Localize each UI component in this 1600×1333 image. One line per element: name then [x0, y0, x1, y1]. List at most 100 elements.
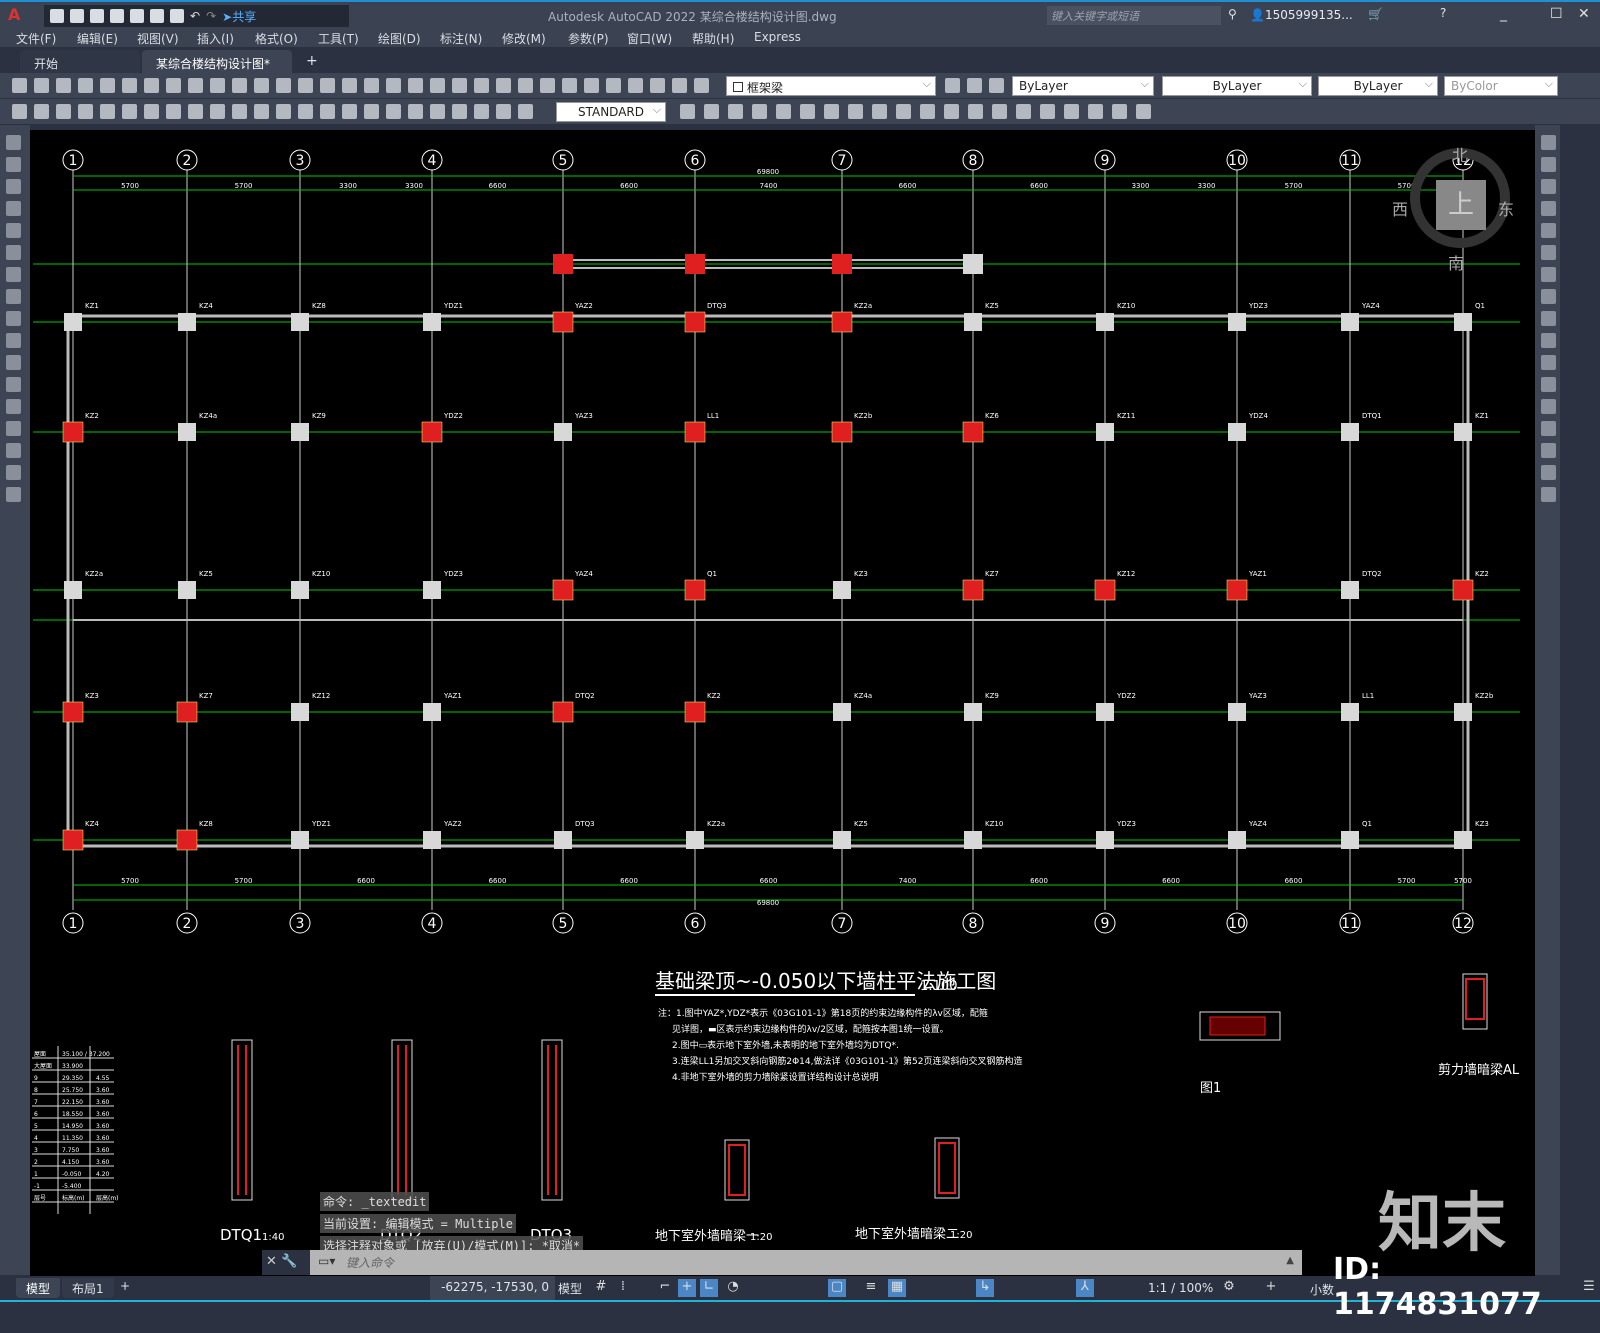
search-input[interactable]: 键入关键字或短语 [1047, 6, 1221, 25]
tool-icon[interactable] [1541, 157, 1556, 172]
menu-9[interactable]: 参数(P) [568, 27, 609, 47]
tool-icon[interactable] [6, 135, 21, 150]
tool-icon[interactable] [6, 333, 21, 348]
toolbar-icon[interactable] [992, 104, 1007, 119]
menu-1[interactable]: 编辑(E) [77, 27, 118, 47]
user-account[interactable]: 👤1505999135... [1250, 8, 1353, 22]
tab-drawing[interactable]: 某综合楼结构设计图* × [142, 50, 292, 86]
toolbar-icon[interactable] [945, 78, 960, 93]
toolbar-icon[interactable] [968, 104, 983, 119]
layer-dropdown[interactable]: 框架梁 [726, 76, 936, 96]
toolbar-icon[interactable] [188, 78, 203, 93]
toolbar-icon[interactable] [364, 78, 379, 93]
tool-icon[interactable] [1541, 135, 1556, 150]
toolbar-icon[interactable] [276, 104, 291, 119]
toolbar-icon[interactable] [728, 104, 743, 119]
toolbar-icon[interactable] [474, 78, 489, 93]
tool-icon[interactable] [1541, 201, 1556, 216]
tool-icon[interactable] [6, 311, 21, 326]
toolbar-icon[interactable] [144, 78, 159, 93]
toolbar-icon[interactable] [967, 78, 982, 93]
toolbar-icon[interactable] [704, 104, 719, 119]
toolbar-icon[interactable] [430, 104, 445, 119]
toolbar-icon[interactable] [408, 78, 423, 93]
grid-icon[interactable]: # [592, 1279, 610, 1297]
ortho-icon[interactable]: ∟ [700, 1279, 718, 1297]
toolbar-icon[interactable] [452, 78, 467, 93]
toolbar-icon[interactable] [540, 78, 555, 93]
tool-icon[interactable] [6, 421, 21, 436]
menu-0[interactable]: 文件(F) [16, 27, 56, 47]
toolbar-icon[interactable] [680, 104, 695, 119]
toolbar-icon[interactable] [1088, 104, 1103, 119]
infer-constraints-icon[interactable]: ⌐ [656, 1279, 674, 1297]
maximize-button[interactable]: ☐ [1550, 6, 1563, 22]
tool-icon[interactable] [6, 245, 21, 260]
toolbar-icon[interactable] [518, 78, 533, 93]
toolbar-icon[interactable] [496, 104, 511, 119]
tool-icon[interactable] [1541, 355, 1556, 370]
snap-icon[interactable]: ⁞ [614, 1279, 632, 1297]
menu-6[interactable]: 绘图(D) [378, 27, 421, 47]
dynamic-input-icon[interactable]: + [678, 1279, 696, 1297]
save-as-icon[interactable] [110, 9, 124, 23]
redo-icon[interactable]: ↷ [206, 9, 216, 23]
osnap-icon[interactable]: ▢ [828, 1279, 846, 1297]
toolbar-icon[interactable] [12, 78, 27, 93]
toolbar-icon[interactable] [342, 78, 357, 93]
toolbar-icon[interactable] [34, 78, 49, 93]
add-layout-button[interactable]: + [120, 1279, 130, 1293]
toolbar-icon[interactable] [896, 104, 911, 119]
toolbar-icon[interactable] [386, 104, 401, 119]
tool-icon[interactable] [1541, 487, 1556, 502]
tool-icon[interactable] [1541, 245, 1556, 260]
toolbar-icon[interactable] [518, 104, 533, 119]
plotstyle-dropdown[interactable]: ByColor [1444, 76, 1558, 96]
toolbar-icon[interactable] [320, 104, 335, 119]
menu-11[interactable]: 帮助(H) [692, 27, 734, 47]
tool-icon[interactable] [6, 201, 21, 216]
tool-icon[interactable] [1541, 223, 1556, 238]
close-command-icon[interactable]: ✕ [266, 1254, 277, 1269]
tool-icon[interactable] [6, 443, 21, 458]
toolbar-icon[interactable] [78, 104, 93, 119]
toolbar-icon[interactable] [100, 104, 115, 119]
tool-icon[interactable] [1541, 377, 1556, 392]
customize-icon[interactable]: 🔧 [281, 1254, 297, 1269]
tool-icon[interactable] [1541, 399, 1556, 414]
toolbar-icon[interactable] [210, 104, 225, 119]
toolbar-icon[interactable] [298, 104, 313, 119]
toolbar-icon[interactable] [320, 78, 335, 93]
menu-5[interactable]: 工具(T) [318, 27, 359, 47]
tool-icon[interactable] [6, 377, 21, 392]
menu-12[interactable]: Express [754, 27, 801, 44]
toolbar-icon[interactable] [232, 78, 247, 93]
undo-icon[interactable]: ↶ [190, 9, 200, 23]
annotation-scale[interactable]: 1:1 / 100% [1148, 1281, 1213, 1295]
open-icon[interactable] [70, 9, 84, 23]
menu-4[interactable]: 格式(O) [255, 27, 298, 47]
tool-icon[interactable] [6, 399, 21, 414]
menu-7[interactable]: 标注(N) [440, 27, 482, 47]
workspace-gear-icon[interactable]: ⚙ [1220, 1279, 1238, 1297]
tool-icon[interactable] [6, 157, 21, 172]
menu-10[interactable]: 窗口(W) [627, 27, 672, 47]
toolbar-icon[interactable] [122, 104, 137, 119]
toolbar-icon[interactable] [364, 104, 379, 119]
toolbar-icon[interactable] [56, 78, 71, 93]
polar-icon[interactable]: ◔ [724, 1279, 742, 1297]
toolbar-icon[interactable] [210, 78, 225, 93]
tool-icon[interactable] [1541, 311, 1556, 326]
tool-icon[interactable] [6, 179, 21, 194]
toolbar-icon[interactable] [872, 104, 887, 119]
toolbar-icon[interactable] [496, 78, 511, 93]
toolbar-icon[interactable] [232, 104, 247, 119]
toolbar-icon[interactable] [1064, 104, 1079, 119]
toolbar-icon[interactable] [989, 78, 1004, 93]
tab-model[interactable]: 模型 [16, 1278, 61, 1298]
tool-icon[interactable] [6, 289, 21, 304]
model-space-button[interactable]: 模型 [558, 1280, 582, 1297]
tool-icon[interactable] [6, 267, 21, 282]
viewcube-top-face[interactable]: 上 [1436, 180, 1486, 230]
menu-8[interactable]: 修改(M) [502, 27, 546, 47]
